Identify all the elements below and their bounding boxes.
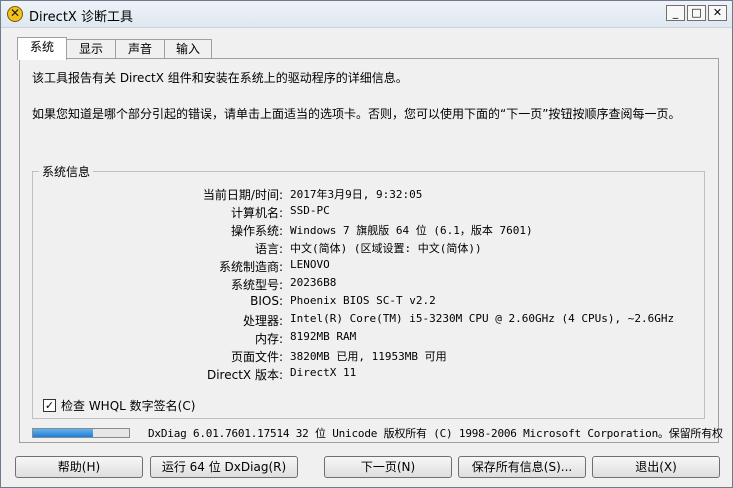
system-info-key: 内存: [254,332,283,346]
system-info-row: 语言: 中文(简体) (区域设置: 中文(简体)) [33,240,693,257]
whql-checkbox-label[interactable]: 检查 WHQL 数字签名(C) [61,397,195,414]
system-info-value: LENOVO [290,258,330,271]
whql-checkbox[interactable]: ✓ [43,399,56,412]
intro-line-2: 如果您知道是哪个部分引起的错误，请单击上面适当的选项卡。否则，您可以使用下面的“… [32,107,681,121]
dxdiag-window: DirectX 诊断工具 _ □ ✕ 系统 显示 声音 输入 该工具报告有关 D… [0,0,733,488]
help-button[interactable]: 帮助(H) [15,456,143,478]
system-info-value: SSD-PC [290,204,330,217]
system-info-key: BIOS: [250,294,283,308]
system-tab-panel: 该工具报告有关 DirectX 组件和安装在系统上的驱动程序的详细信息。 如果您… [19,58,723,443]
run-64bit-dxdiag-button[interactable]: 运行 64 位 DxDiag(R) [150,456,298,478]
window-title: DirectX 诊断工具 [29,10,133,25]
system-info-row: DirectX 版本: DirectX 11 [33,366,693,383]
system-info-value: 中文(简体) (区域设置: 中文(简体)) [290,242,482,255]
system-info-value: 2017年3月9日, 9:32:05 [290,188,423,201]
system-info-legend: 系统信息 [39,163,94,180]
version-copyright-text: DxDiag 6.01.7601.17514 32 位 Unicode 版权所有… [148,427,723,440]
system-info-value: Phoenix BIOS SC-T v2.2 [290,294,436,307]
system-info-row: 页面文件: 3820MB 已用, 11953MB 可用 [33,348,693,365]
system-info-key: 计算机名: [230,206,283,220]
system-info-value: 8192MB RAM [290,330,357,343]
system-info-key: 系统制造商: [218,260,283,274]
system-info-group: 系统信息 当前日期/时间: 2017年3月9日, 9:32:05 计算机名: SSD-… [32,163,705,419]
system-info-value: 20236B8 [290,276,337,289]
system-info-row: 内存: 8192MB RAM [33,330,693,347]
system-info-row: 处理器: Intel(R) Core(TM) i5-3230M CPU @ 2.6… [33,312,693,329]
minimize-button[interactable]: _ [666,5,685,21]
system-info-value: Intel(R) Core(TM) i5-3230M CPU @ 2.60GHz… [290,312,675,325]
tab-display[interactable]: 显示 [66,39,116,59]
system-info-key: 系统型号: [230,278,283,292]
system-info-row: BIOS: Phoenix BIOS SC-T v2.2 [33,294,693,311]
maximize-button[interactable]: □ [687,5,706,21]
system-info-value: Windows 7 旗舰版 64 位 (6.1，版本 7601) [290,224,533,237]
system-info-key: 当前日期/时间: [202,188,283,202]
system-info-row: 系统型号: 20236B8 [33,276,693,293]
system-info-row: 操作系统: Windows 7 旗舰版 64 位 (6.1，版本 7601) [33,222,693,239]
intro-line-1: 该工具报告有关 DirectX 组件和安装在系统上的驱动程序的详细信息。 [32,71,408,85]
progress-fill [33,429,93,437]
title-bar[interactable]: DirectX 诊断工具 _ □ ✕ [1,1,732,28]
system-info-row: 计算机名: SSD-PC [33,204,693,221]
tab-sound[interactable]: 声音 [115,39,165,59]
close-button[interactable]: ✕ [708,5,727,21]
system-info-row: 当前日期/时间: 2017年3月9日, 9:32:05 [33,186,693,203]
system-info-key: 页面文件: [230,350,283,364]
progress-bar [32,428,130,438]
system-info-key: 操作系统: [230,224,283,238]
exit-button[interactable]: 退出(X) [592,456,720,478]
system-info-key: 语言: [254,242,283,256]
system-info-row: 系统制造商: LENOVO [33,258,693,275]
system-info-key: 处理器: [242,314,283,328]
system-info-key: DirectX 版本: [206,368,283,382]
next-page-button[interactable]: 下一页(N) [324,456,452,478]
system-info-value: 3820MB 已用, 11953MB 可用 [290,350,447,363]
save-all-info-button[interactable]: 保存所有信息(S)... [458,456,586,478]
directx-icon [7,6,23,22]
tab-system[interactable]: 系统 [17,37,67,60]
tab-input[interactable]: 输入 [164,39,212,59]
system-info-value: DirectX 11 [290,366,357,379]
